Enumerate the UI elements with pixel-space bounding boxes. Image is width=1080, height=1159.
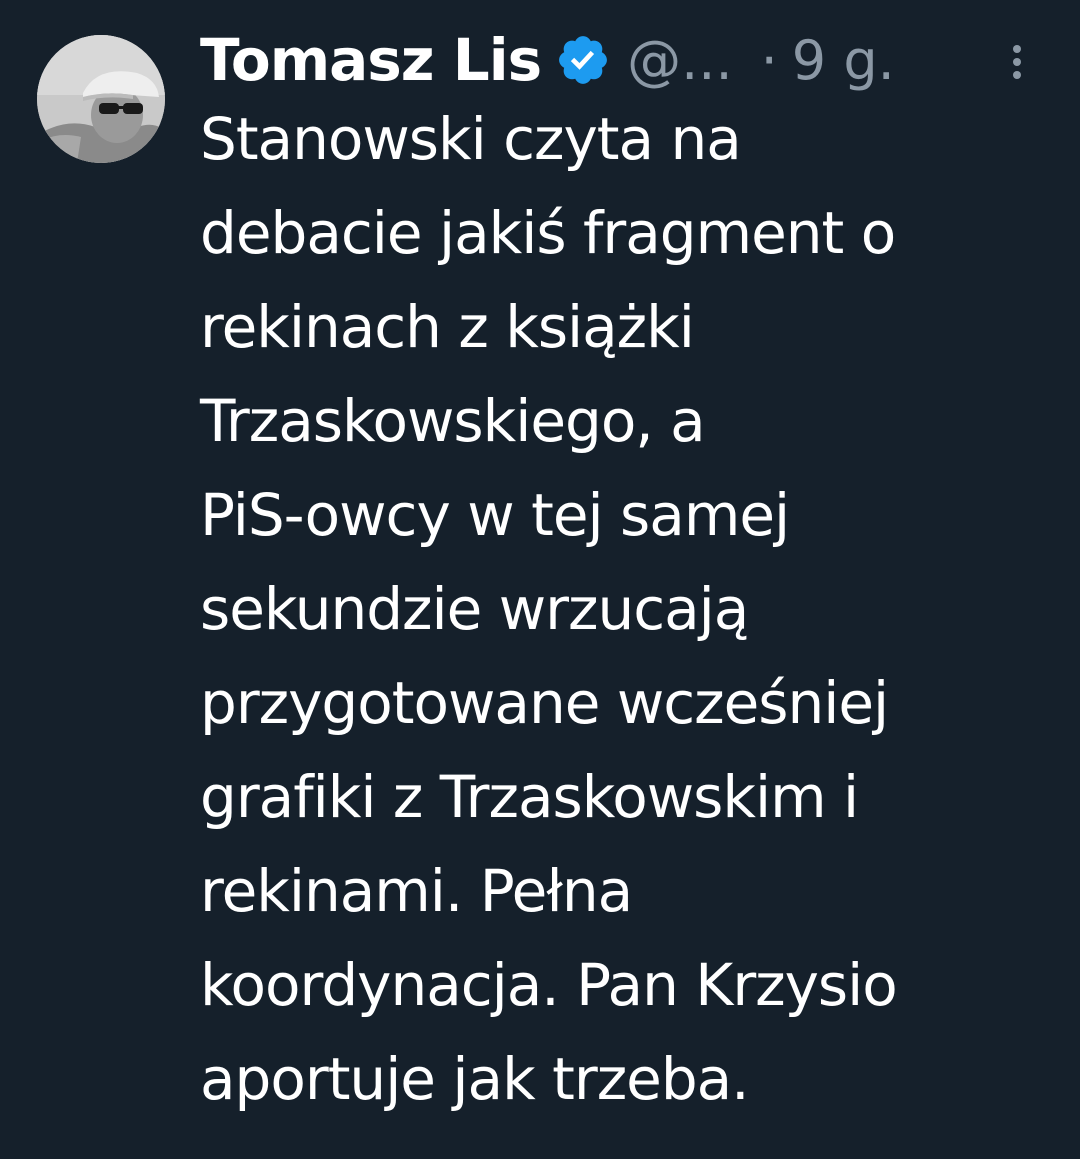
avatar-photo-icon [37, 35, 165, 163]
avatar[interactable] [37, 35, 165, 163]
author-handle[interactable]: @... [627, 29, 733, 92]
tweet-text-line: grafiki z Trzaskowskim i [200, 763, 859, 831]
tweet-text-line: przygotowane wcześniej [200, 669, 889, 737]
tweet-text-line: Trzaskowskiego, a [200, 387, 706, 455]
tweet-timestamp[interactable]: 9 g. [792, 29, 895, 92]
tweet-text: Stanowski czyta na debacie jakiś fragmen… [200, 92, 1060, 1126]
author-name[interactable]: Tomasz Lis [200, 26, 542, 94]
tweet-card[interactable]: Tomasz Lis @... · 9 g. Stanowski czyta n… [0, 0, 1080, 1159]
tweet-text-line: PiS-owcy w tej samej [200, 481, 790, 549]
tweet-text-line: debacie jakiś fragment o [200, 199, 896, 267]
tweet-text-line: Stanowski czyta na [200, 105, 742, 173]
more-options-icon[interactable] [1004, 42, 1030, 82]
tweet-text-line: rekinach z książki [200, 293, 695, 361]
verified-badge-icon [555, 32, 611, 88]
tweet-header: Tomasz Lis @... · 9 g. [200, 20, 1050, 100]
tweet-text-line: sekundzie wrzucają [200, 575, 749, 643]
header-separator: · [760, 28, 778, 92]
tweet-text-line: koordynacja. Pan Krzysio [200, 951, 898, 1019]
tweet-text-line: rekinami. Pełna [200, 857, 633, 925]
tweet-text-line: aportuje jak trzeba. [200, 1045, 750, 1113]
